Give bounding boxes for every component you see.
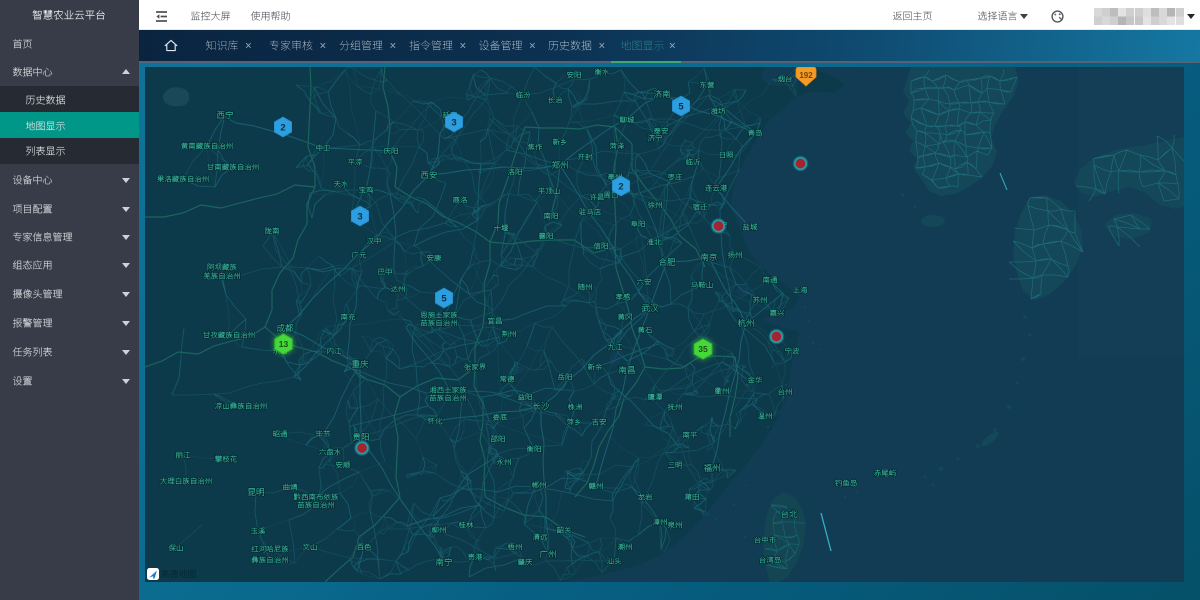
svg-text:35: 35: [698, 344, 708, 354]
svg-text:5: 5: [678, 101, 684, 112]
svg-text:3: 3: [357, 211, 362, 222]
svg-text:3: 3: [451, 117, 456, 128]
svg-text:192: 192: [799, 71, 813, 80]
svg-text:5: 5: [441, 293, 447, 304]
svg-text:2: 2: [618, 181, 623, 192]
svg-text:2: 2: [280, 122, 285, 133]
svg-text:13: 13: [279, 339, 289, 349]
